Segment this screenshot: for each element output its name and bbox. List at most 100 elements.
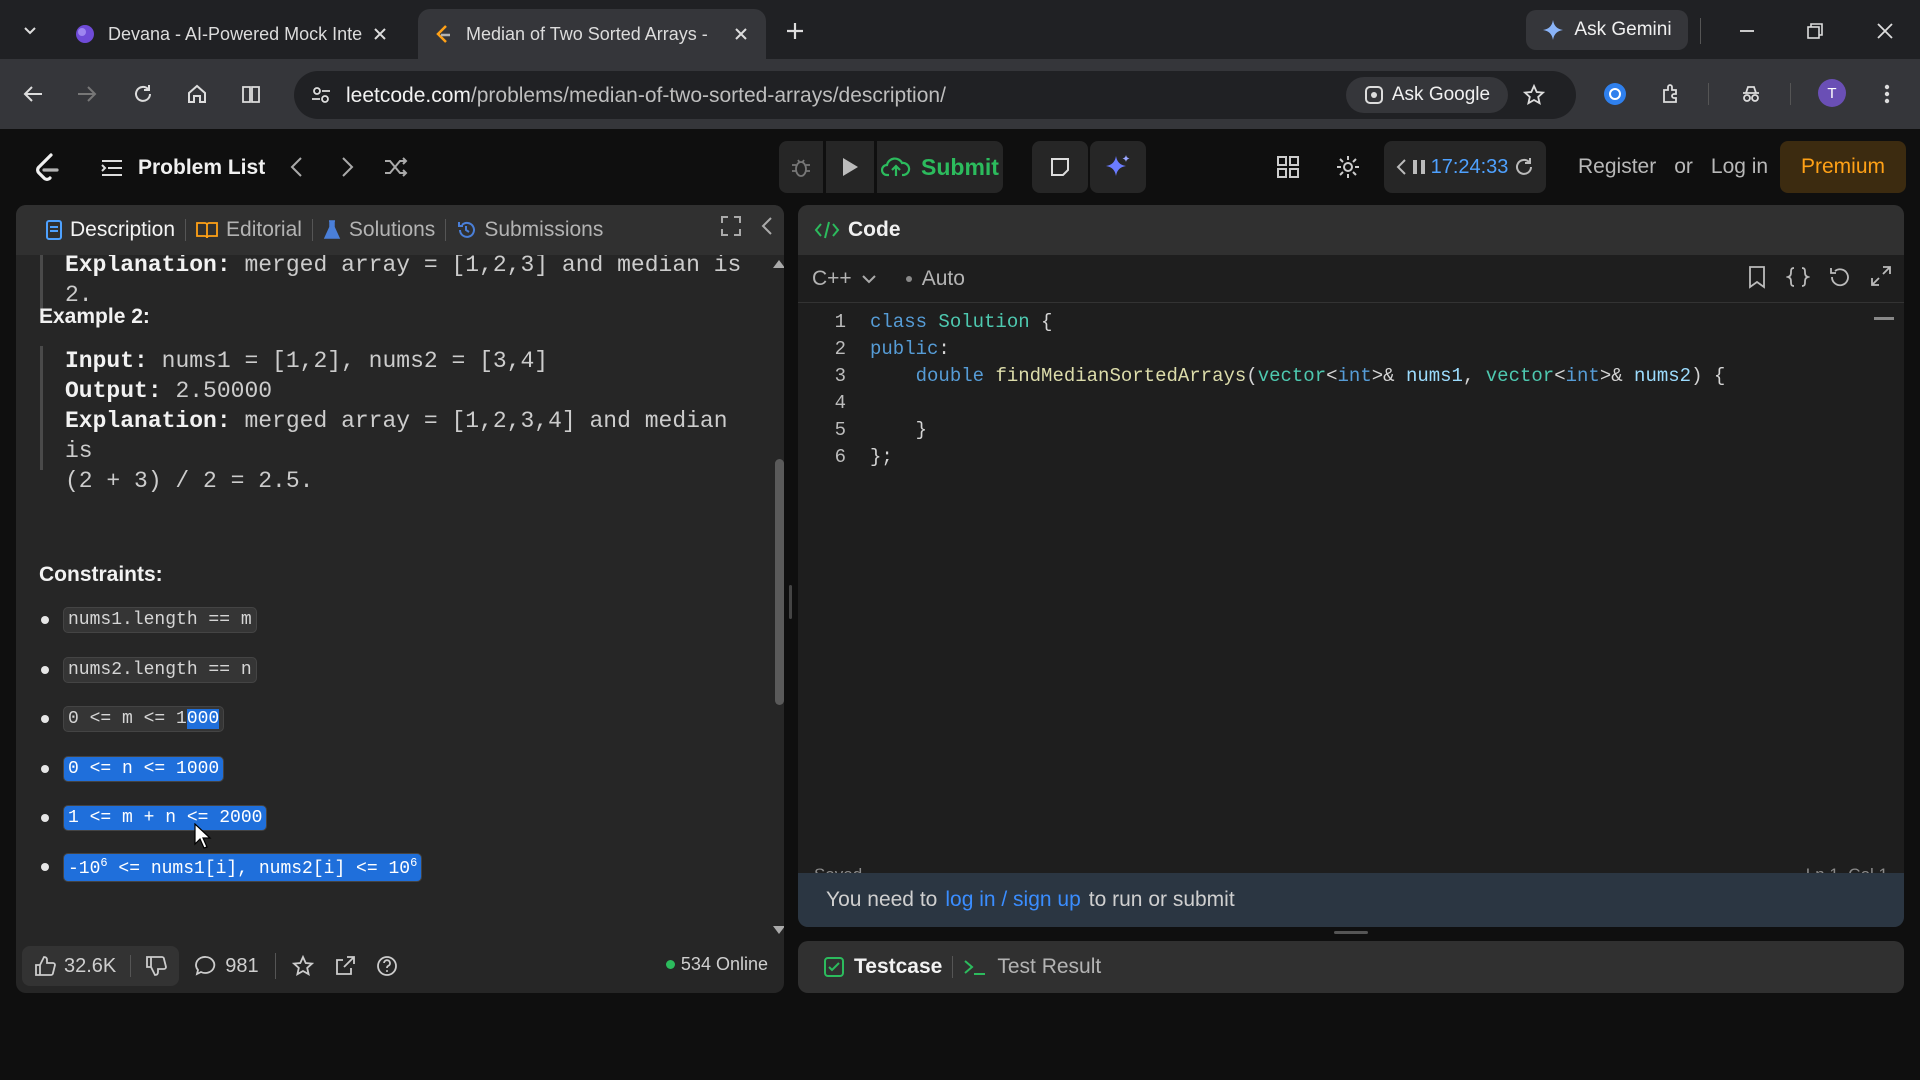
list-item: 0 <= m <= 1000 xyxy=(41,704,225,734)
bookmark-star-icon[interactable] xyxy=(1518,79,1550,111)
browser-tab-leetcode[interactable]: Median of Two Sorted Arrays - xyxy=(418,9,766,59)
expand-editor-icon[interactable] xyxy=(1870,265,1892,289)
address-bar[interactable]: leetcode.com/problems/median-of-two-sort… xyxy=(294,71,1576,119)
explanation-text-line-2: (2 + 3) / 2 = 2.5. xyxy=(65,468,314,494)
login-link[interactable]: Log in xyxy=(1711,155,1768,179)
explanation-label: Explanation: xyxy=(65,408,231,434)
timer-collapse-chevron-icon[interactable] xyxy=(1395,158,1407,176)
gemini-sparkle-icon xyxy=(1542,19,1564,41)
home-icon[interactable] xyxy=(180,77,214,111)
maximize-icon[interactable] xyxy=(720,215,742,237)
timer-reset-icon[interactable] xyxy=(1513,156,1535,178)
problem-list-button[interactable]: Problem List xyxy=(100,151,265,185)
panel-tools xyxy=(720,215,774,237)
debug-bug-icon[interactable] xyxy=(779,141,823,193)
line-number: 1 xyxy=(834,311,846,333)
comments-button[interactable]: 981 xyxy=(179,955,274,978)
language-select[interactable]: C++ xyxy=(812,267,876,291)
login-signup-link[interactable]: log in / sign up xyxy=(945,888,1080,912)
favorite-star-icon[interactable] xyxy=(276,955,330,977)
settings-gear-icon[interactable] xyxy=(1332,151,1364,183)
scroll-down-arrow-icon[interactable] xyxy=(772,925,784,935)
shuffle-icon[interactable] xyxy=(380,151,412,183)
tab-label: Description xyxy=(70,218,176,241)
scroll-thumb[interactable] xyxy=(775,459,784,705)
forward-arrow-icon[interactable] xyxy=(70,77,104,111)
close-window-icon[interactable] xyxy=(1868,14,1902,48)
share-external-icon[interactable] xyxy=(330,955,360,977)
incognito-icon[interactable] xyxy=(1734,77,1768,111)
pause-icon[interactable] xyxy=(1412,158,1426,176)
layout-grid-icon[interactable] xyxy=(1272,151,1304,183)
banner-text: to run or submit xyxy=(1088,888,1235,911)
extension-swirl-icon[interactable] xyxy=(1598,77,1632,111)
thumbs-up-icon[interactable] xyxy=(34,955,56,977)
tab-test-result[interactable]: Test Result xyxy=(953,955,1111,979)
tab-label: Editorial xyxy=(226,218,302,241)
list-item: -106 <= nums1[i], nums2[i] <= 106 xyxy=(41,852,423,882)
bullet xyxy=(41,863,49,871)
bookmark-icon[interactable] xyxy=(1746,265,1768,289)
description-scrollbar[interactable] xyxy=(772,259,784,935)
format-braces-icon[interactable] xyxy=(1786,265,1810,289)
checkbox-icon xyxy=(824,957,844,977)
timer-value: 17:24:33 xyxy=(1430,155,1509,178)
extensions-puzzle-icon[interactable] xyxy=(1654,77,1688,111)
tab-editorial[interactable]: Editorial xyxy=(186,218,312,242)
browser-tab-devana[interactable]: Devana - AI-Powered Mock Inte xyxy=(60,9,405,59)
tab-search-chevron-icon[interactable] xyxy=(16,16,44,44)
split-view-icon[interactable] xyxy=(234,77,268,111)
collapse-chevron-icon[interactable] xyxy=(760,215,774,237)
premium-button[interactable]: Premium xyxy=(1780,141,1906,193)
close-tab-icon[interactable] xyxy=(369,23,391,45)
more-vert-icon[interactable] xyxy=(1870,77,1904,111)
register-link[interactable]: Register xyxy=(1578,155,1656,179)
example-2-heading: Example 2: xyxy=(39,305,150,328)
url-text[interactable]: leetcode.com/problems/median-of-two-sort… xyxy=(346,84,946,108)
help-question-icon[interactable] xyxy=(360,955,414,977)
scroll-up-arrow-icon[interactable] xyxy=(772,259,784,269)
reset-code-icon[interactable] xyxy=(1828,265,1852,289)
leetcode-page: Problem List Submit 17:24:33 Register or… xyxy=(0,129,1920,1009)
panel-resize-handle[interactable] xyxy=(789,585,792,619)
tab-description[interactable]: Description xyxy=(36,218,185,242)
code-line: 1 class Solution { xyxy=(798,309,1053,336)
minimap-marker xyxy=(1874,317,1894,320)
new-tab-plus-icon[interactable] xyxy=(780,16,810,46)
tab-testcase[interactable]: Testcase xyxy=(814,955,952,979)
ask-gemini-button[interactable]: Ask Gemini xyxy=(1526,10,1688,50)
ai-sparkle-icon[interactable] xyxy=(1090,141,1146,193)
tab-solutions[interactable]: Solutions xyxy=(313,218,445,242)
profile-avatar[interactable]: T xyxy=(1818,79,1846,107)
line-number: 3 xyxy=(834,365,846,387)
book-icon xyxy=(196,221,218,239)
site-info-icon[interactable] xyxy=(306,80,336,110)
submit-button[interactable]: Submit xyxy=(877,141,1003,193)
notes-icon[interactable] xyxy=(1032,141,1088,193)
line-number: 6 xyxy=(834,446,846,468)
close-tab-icon[interactable] xyxy=(730,23,752,45)
back-arrow-icon[interactable] xyxy=(16,77,50,111)
code-line-content: public: xyxy=(870,338,950,360)
bullet xyxy=(41,765,49,773)
constraint-code: 0 <= n <= 1000 xyxy=(63,756,225,782)
timer-widget[interactable]: 17:24:33 xyxy=(1384,141,1546,193)
code-editor[interactable]: 1 class Solution { 2 public: 3 double fi… xyxy=(798,309,1904,829)
code-line-content: double findMedianSortedArrays(vector<int… xyxy=(915,365,1726,387)
tab-label: Test Result xyxy=(997,955,1102,978)
leetcode-logo-icon[interactable] xyxy=(30,151,64,185)
panel-resize-handle[interactable] xyxy=(1334,931,1368,934)
lens-icon xyxy=(1364,85,1384,105)
restore-icon[interactable] xyxy=(1798,14,1832,48)
auto-mode[interactable]: Auto xyxy=(905,267,965,291)
next-problem-chevron-icon[interactable] xyxy=(332,151,364,183)
reload-icon[interactable] xyxy=(126,77,160,111)
selected-text: 000 xyxy=(186,709,220,729)
prev-problem-chevron-icon[interactable] xyxy=(280,151,312,183)
list-item: nums2.length == n xyxy=(41,655,257,685)
run-play-icon[interactable] xyxy=(826,141,874,193)
tab-submissions[interactable]: Submissions xyxy=(446,218,613,242)
minimize-icon[interactable] xyxy=(1730,14,1764,48)
thumbs-down-icon[interactable] xyxy=(145,955,168,977)
ask-google-button[interactable]: Ask Google xyxy=(1346,77,1508,113)
